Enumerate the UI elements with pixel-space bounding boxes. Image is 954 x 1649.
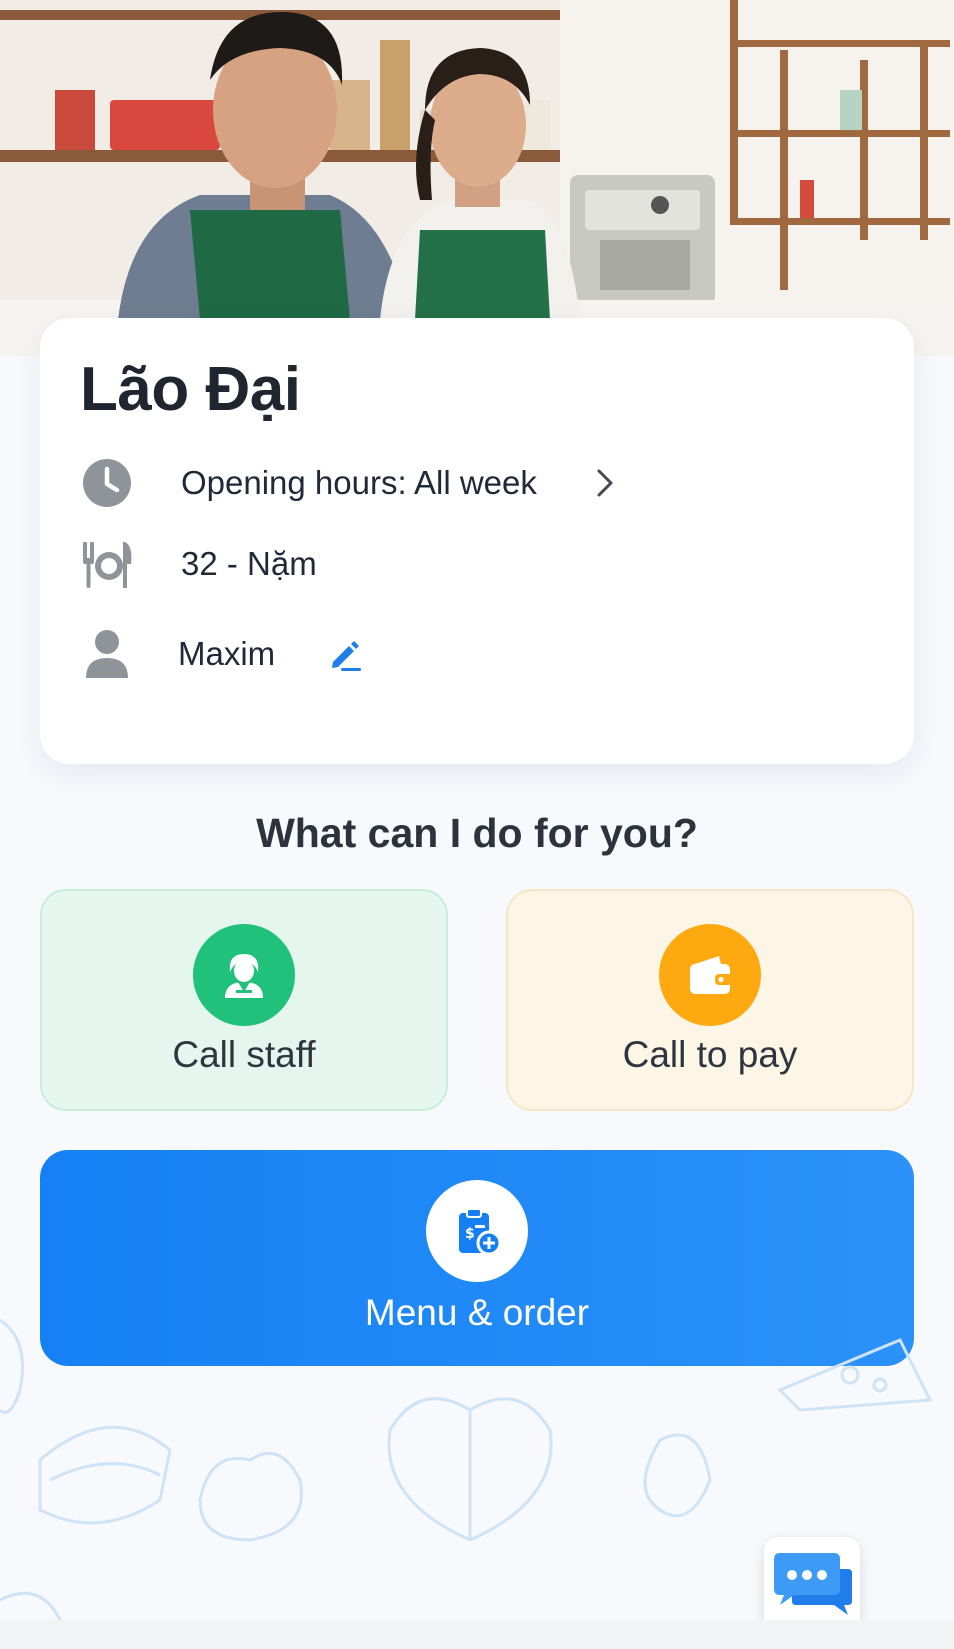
bottom-bar [0, 1620, 954, 1649]
customer-name: Maxim [178, 635, 276, 672]
table-row: 32 - Nặm [80, 536, 317, 592]
hero-photo [0, 0, 954, 356]
waitress-icon [193, 924, 295, 1026]
wallet-icon [659, 924, 761, 1026]
restaurant-name: Lão Đại [80, 355, 301, 424]
pencil-icon[interactable] [327, 636, 363, 672]
restaurant-info-card: Lão Đại Opening hours: All week 32 - Nặm… [40, 318, 914, 764]
opening-hours-text: Opening hours: All week [181, 464, 537, 501]
table-text: 32 - Nặm [181, 545, 317, 582]
call-staff-button[interactable]: Call staff [40, 889, 448, 1111]
clipboard-order-icon: $ [426, 1180, 528, 1282]
chat-button[interactable] [764, 1537, 860, 1633]
call-staff-label: Call staff [172, 1034, 316, 1075]
user-icon [80, 627, 134, 681]
chevron-right-icon [593, 465, 617, 501]
svg-text:$: $ [465, 1226, 475, 1242]
call-to-pay-label: Call to pay [622, 1034, 798, 1075]
table-dining-icon [80, 537, 134, 591]
chat-bubbles-icon [770, 1549, 854, 1622]
help-prompt: What can I do for you? [256, 810, 698, 856]
customer-row: Maxim [80, 626, 363, 682]
call-to-pay-button[interactable]: Call to pay [506, 889, 914, 1111]
clock-icon [80, 456, 134, 510]
opening-hours-row[interactable]: Opening hours: All week [80, 455, 617, 511]
